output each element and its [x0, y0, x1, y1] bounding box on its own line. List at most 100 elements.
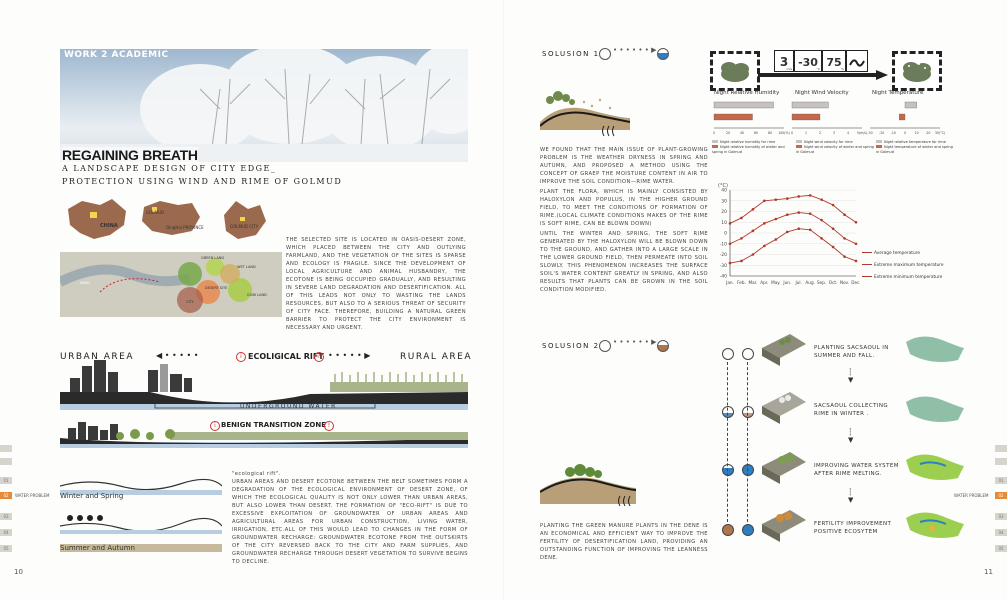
temperature-box: -30 °C	[794, 50, 822, 72]
left-tab-blank-2[interactable]	[0, 458, 12, 465]
right-tab-02-active[interactable]: 02	[995, 492, 1007, 499]
right-tab-05[interactable]: 05	[995, 545, 1007, 552]
step-arrow-3: ┆ ▼	[848, 488, 854, 504]
solution1-paragraph-2: Plant the flora, which is mainly consist…	[540, 189, 708, 227]
data-point	[740, 259, 743, 263]
left-tab-04[interactable]: 04	[0, 529, 12, 536]
legend-extreme-min: Extreme minimum temperature	[862, 272, 958, 284]
step-arrow-1: ┆ ▼	[848, 368, 854, 384]
solution2-paragraph: Planting the green manure plants in the …	[540, 523, 708, 561]
data-point	[728, 222, 732, 225]
diagram-label-wet-land: WET LAND	[237, 265, 256, 269]
mini-tick-label: 0	[904, 131, 906, 135]
legend-temp-golmud: Night temperature of winter and spring i…	[876, 145, 953, 154]
intro-paragraph: The selected site is located in Oasis-De…	[286, 237, 466, 331]
mini-bar	[904, 101, 917, 109]
progress-column-water	[722, 348, 734, 540]
y-tick-label: -20	[720, 252, 727, 258]
mini-title-wind: Night Wind Velocity	[795, 90, 849, 96]
right-tab-blank-2[interactable]	[995, 458, 1007, 465]
water-drop-full-icon	[657, 48, 669, 60]
mini-bar	[713, 113, 753, 121]
series-line	[729, 194, 857, 224]
summer-autumn-label: Summer and Autumn	[60, 544, 135, 552]
data-point	[740, 237, 743, 240]
mini-tick-label: -30	[867, 131, 872, 135]
soil-state-3	[742, 464, 754, 476]
progress-dots: • • • • • • ▶	[613, 46, 657, 54]
data-point	[843, 255, 846, 258]
mini-title-humidity: Night Relative Humidity	[714, 90, 780, 96]
mini-tick-label: 100(%)	[778, 131, 790, 135]
water-state-3	[722, 464, 734, 476]
landscape-plans	[906, 336, 964, 538]
mini-tick-label: 0	[713, 131, 715, 135]
right-tab-04[interactable]: 04	[995, 529, 1007, 536]
map-label-golmud-city: GOLMUD CITY	[230, 224, 259, 229]
before-plant-box	[710, 51, 760, 91]
x-tick-label: Feb.	[737, 280, 746, 285]
x-tick-label: Jun.	[782, 280, 791, 285]
legend-average: Average temperature	[862, 248, 958, 260]
legend-humidity-golmud: Night relative humidity of winter and sp…	[712, 145, 785, 154]
temp-chart-legend: Average temperature Extreme maximum temp…	[862, 248, 958, 284]
mini-bar-charts: 0 20 40 60 80 100(%) 0 1 2 3 4 5(m/s) -30 -20 -10 0 10 20…	[713, 101, 945, 135]
mini-tick-label: 20	[926, 131, 930, 135]
step-arrow-2: ┆ ▼	[848, 428, 854, 444]
soil-state-1	[742, 348, 754, 360]
data-point	[831, 203, 835, 207]
data-point	[854, 220, 858, 224]
subtitle-line-2: Protection Using Wind and Rime of Golmud	[62, 177, 343, 186]
x-tick-label: Mar.	[748, 280, 757, 285]
water-state-4	[722, 524, 734, 536]
data-point	[774, 238, 778, 241]
left-tab-01[interactable]: 01	[0, 477, 12, 484]
data-point	[763, 244, 766, 248]
legend-extreme-max: Extreme maximum temperature	[862, 260, 958, 272]
legend-wind-golmud: Night wind velocity of winter and spring…	[796, 145, 874, 154]
mini-tick-label: 10	[915, 131, 919, 135]
solution2-progress: • • • • • • ▶	[599, 338, 679, 352]
data-point	[763, 222, 766, 225]
x-tick-label: Sep.	[817, 280, 826, 285]
temperature-line-chart: (°C)403020100-10-20-30-40Jan. Feb. Mar. Apr…	[718, 183, 860, 285]
left-tab-05[interactable]: 05	[0, 545, 12, 552]
x-tick-label: Apr.	[760, 280, 768, 285]
left-tab-02-active[interactable]: 02	[0, 492, 12, 499]
mini-tick-label: 20	[726, 131, 730, 135]
x-tick-label: Dec.	[851, 280, 860, 285]
left-page: WORK 2 ACADEMIC REGAINING BREATH A Lands…	[0, 0, 503, 600]
data-point	[808, 228, 812, 232]
data-point	[797, 211, 801, 214]
rift-paragraph: Urban areas and desert ecotone between t…	[232, 479, 468, 565]
mini-tick-label: 1	[805, 131, 807, 135]
soil-empty-icon	[599, 340, 611, 352]
map-label-china: CHINA	[100, 223, 118, 229]
data-point	[808, 194, 812, 197]
data-point	[797, 195, 801, 198]
data-point	[728, 261, 732, 265]
map-label-qinghai: QingHai PROVINCE	[166, 225, 204, 230]
data-point	[785, 213, 789, 217]
right-tab-blank-1[interactable]	[995, 445, 1007, 452]
mini-bar	[791, 101, 829, 109]
solution2-illustration	[540, 464, 636, 507]
right-tab-01[interactable]: 01	[995, 477, 1007, 484]
condition-indicators: 3 m/s -30 °C 75 %	[774, 50, 870, 72]
underground-water-label: Underground Water	[240, 403, 337, 410]
right-tab-03[interactable]: 03	[995, 513, 1007, 520]
left-tab-blank-1[interactable]	[0, 445, 12, 452]
left-active-tab-label: WATER PROBLEM	[15, 493, 50, 498]
data-point	[774, 198, 778, 201]
diagram-label-wind: WIND	[80, 281, 90, 285]
rift-arrow-right: • • • • • ▶	[328, 351, 371, 360]
diagram-label-gobi-land: GOBI LAND	[247, 293, 267, 297]
x-tick-label: Aug.	[805, 280, 815, 285]
right-page: Solusion 1 • • • • • • ▶ 3 m/s -30 °C 75…	[504, 0, 1007, 600]
water-drop-empty-icon	[599, 48, 611, 60]
left-page-number: 10	[14, 568, 23, 576]
right-page-number: 11	[984, 568, 993, 576]
progress-dots: • • • • • • ▶	[613, 338, 657, 346]
y-tick-label: -10	[720, 241, 727, 247]
left-tab-03[interactable]: 03	[0, 513, 12, 520]
